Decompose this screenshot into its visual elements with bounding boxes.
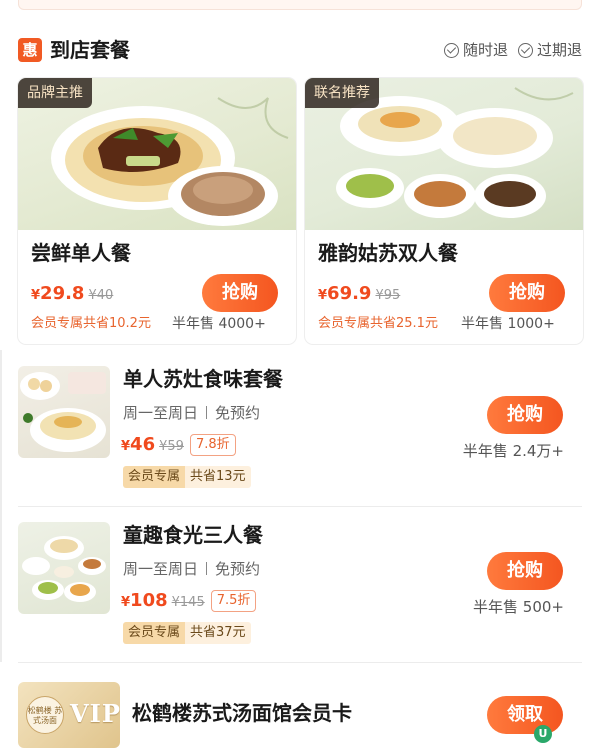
package-card-double[interactable]: 联名推荐 雅韵姑苏双人餐 ¥69.9 ¥95 抢购 会员专属共省25.1元 半年售… <box>305 78 583 344</box>
member-savings: 共省13元 <box>185 466 251 488</box>
sales-count: 半年售 500+ <box>473 598 564 616</box>
card-title: 雅韵姑苏双人餐 <box>318 241 458 265</box>
sales-count: 半年售 2.4万+ <box>462 442 564 460</box>
buy-button[interactable]: 抢购 <box>489 274 565 312</box>
member-savings: 会员专属共省25.1元 <box>318 316 438 331</box>
card-tag: 品牌主推 <box>18 78 92 108</box>
package-list-item[interactable]: 单人苏灶食味套餐 周一至周日 免预约 ¥46 ¥59 7.8折 会员专属 共省13元 抢… <box>18 366 582 494</box>
availability: 周一至周日 免预约 <box>123 558 260 580</box>
member-savings: 共省37元 <box>185 622 251 644</box>
section-title: 到店套餐 <box>50 38 130 62</box>
edge-divider <box>0 350 2 662</box>
discount-icon: 惠 <box>18 38 42 62</box>
policy-anytime-refund: 随时退 <box>443 40 508 60</box>
card-price: ¥69.9 ¥95 <box>318 281 400 309</box>
package-price: ¥108 ¥145 7.5折 <box>121 588 257 616</box>
membership-card-item[interactable]: 松鹤楼 苏式汤面 VIP 松鹤楼苏式汤面馆会员卡 领取 <box>18 682 582 750</box>
policy-label: 过期退 <box>536 41 582 59</box>
package-title: 单人苏灶食味套餐 <box>123 367 283 391</box>
vip-label: VIP <box>70 699 120 728</box>
policy-label: 随时退 <box>462 41 508 59</box>
watermark-icon: U <box>534 725 552 743</box>
buy-button[interactable]: 抢购 <box>487 396 563 434</box>
member-label: 会员专属 <box>123 622 186 644</box>
available-days: 周一至周日 <box>123 560 199 578</box>
refund-policies: 随时退 过期退 <box>443 40 582 60</box>
brand-logo: 松鹤楼 苏式汤面 <box>26 696 64 734</box>
current-price: ¥108 <box>121 590 168 611</box>
row-divider <box>18 506 582 507</box>
current-price: ¥46 <box>121 434 156 455</box>
package-list-item[interactable]: 童趣食光三人餐 周一至周日 免预约 ¥108 ¥145 7.5折 会员专属 共省37元 … <box>18 522 582 650</box>
food-image: 品牌主推 <box>18 78 296 230</box>
section-header: 惠 到店套餐 随时退 过期退 <box>18 36 582 64</box>
package-price: ¥46 ¥59 7.8折 <box>121 432 236 460</box>
member-label: 会员专属 <box>123 466 186 488</box>
current-price: ¥69.9 <box>318 283 372 304</box>
card-tag: 联名推荐 <box>305 78 379 108</box>
original-price: ¥145 <box>171 595 205 610</box>
original-price: ¥95 <box>375 288 401 303</box>
food-image: 联名推荐 <box>305 78 583 230</box>
check-circle-icon <box>443 42 459 58</box>
original-price: ¥59 <box>159 439 184 454</box>
member-badge: 会员专属 共省37元 <box>123 622 251 644</box>
row-divider <box>18 662 582 663</box>
membership-title: 松鹤楼苏式汤面馆会员卡 <box>132 701 352 725</box>
reservation-note: 免预约 <box>215 404 261 422</box>
policy-expiry-refund: 过期退 <box>517 40 582 60</box>
package-card-single[interactable]: 品牌主推 尝鲜单人餐 ¥29.8 ¥40 抢购 会员专属共省10.2元 半年售 4… <box>18 78 296 344</box>
available-days: 周一至周日 <box>123 404 199 422</box>
package-thumbnail <box>18 522 110 614</box>
package-thumbnail <box>18 366 110 458</box>
discount-badge: 7.5折 <box>210 590 257 612</box>
sales-count: 半年售 1000+ <box>461 316 555 332</box>
separator <box>206 406 208 419</box>
current-price: ¥29.8 <box>31 283 85 304</box>
claim-button[interactable]: 领取 <box>487 696 563 734</box>
sales-count: 半年售 4000+ <box>172 316 266 332</box>
card-price: ¥29.8 ¥40 <box>31 281 113 309</box>
member-savings: 会员专属共省10.2元 <box>31 316 151 331</box>
separator <box>206 562 208 575</box>
vip-card-image: 松鹤楼 苏式汤面 VIP <box>18 682 120 748</box>
card-title: 尝鲜单人餐 <box>31 241 131 265</box>
check-circle-icon <box>517 42 533 58</box>
original-price: ¥40 <box>88 288 114 303</box>
previous-section-edge <box>18 0 582 10</box>
member-badge: 会员专属 共省13元 <box>123 466 251 488</box>
buy-button[interactable]: 抢购 <box>487 552 563 590</box>
package-title: 童趣食光三人餐 <box>123 523 263 547</box>
availability: 周一至周日 免预约 <box>123 402 260 424</box>
reservation-note: 免预约 <box>215 560 261 578</box>
discount-badge: 7.8折 <box>189 434 236 456</box>
buy-button[interactable]: 抢购 <box>202 274 278 312</box>
